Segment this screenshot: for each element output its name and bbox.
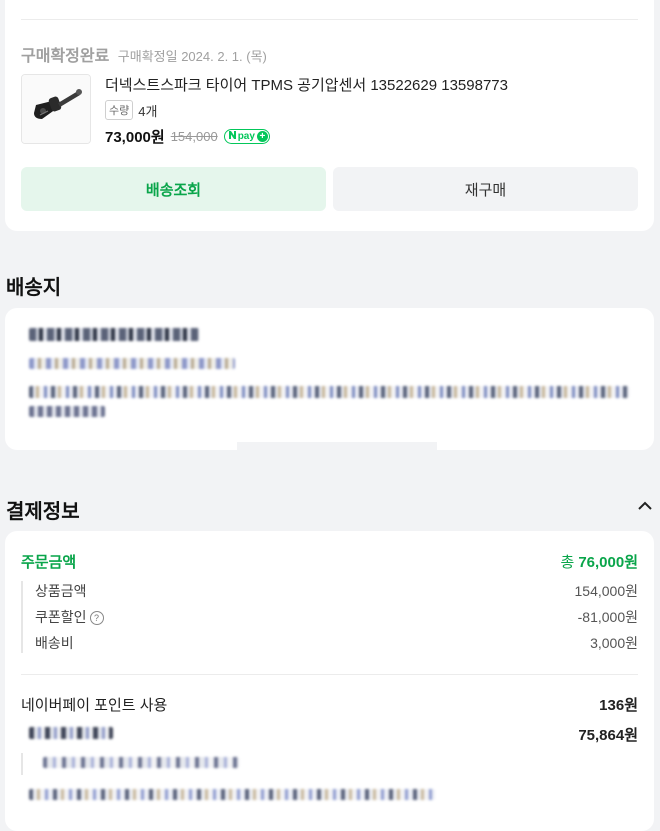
breakdown-label: 상품금액 bbox=[35, 583, 87, 599]
order-total: 총 76,000원 bbox=[561, 551, 639, 572]
confirm-date: 구매확정일 2024. 2. 1. (목) bbox=[117, 49, 267, 64]
divider bbox=[21, 674, 638, 675]
plus-icon: + bbox=[256, 131, 268, 142]
breakdown-value: 3,000원 bbox=[590, 635, 638, 651]
order-amount-label: 주문금액 bbox=[21, 554, 77, 571]
npay-text: pay bbox=[237, 131, 255, 142]
quantity-row: 수량 4개 bbox=[105, 100, 157, 120]
order-total-value: 76,000원 bbox=[578, 554, 638, 571]
final-amount-value: 75,864원 bbox=[578, 727, 638, 744]
point-usage-label: 네이버페이 포인트 사용 bbox=[21, 697, 168, 714]
order-total-prefix: 총 bbox=[560, 554, 575, 571]
point-usage-row: 네이버페이 포인트 사용 136원 bbox=[21, 694, 638, 715]
quantity-value: 4개 bbox=[138, 103, 158, 119]
npay-plus-badge: pay + bbox=[223, 129, 270, 144]
breakdown-label: 쿠폰할인 bbox=[35, 609, 87, 625]
payment-detail-border bbox=[21, 753, 23, 775]
address-line2-redacted bbox=[29, 406, 105, 417]
original-price: 154,000 bbox=[170, 129, 218, 144]
breakdown-label-wrap: 쿠폰할인? bbox=[35, 607, 104, 627]
final-amount-row: 75,864원 bbox=[21, 724, 638, 745]
order-status-row: 구매확정완료 구매확정일 2024. 2. 1. (목) bbox=[21, 42, 267, 66]
payment-note-redacted bbox=[29, 789, 435, 800]
breakdown-coupon-discount: 쿠폰할인? -81,000원 bbox=[35, 607, 638, 627]
sale-price: 73,000원 bbox=[105, 129, 165, 146]
address-redacted bbox=[29, 386, 629, 398]
rebuy-button[interactable]: 재구매 bbox=[333, 167, 638, 211]
payment-card: 주문금액 총 76,000원 상품금액 154,000원 쿠폰할인? -81,00… bbox=[5, 531, 654, 831]
order-breakdown: 상품금액 154,000원 쿠폰할인? -81,000원 배송비 3,000원 bbox=[21, 581, 638, 653]
track-delivery-button[interactable]: 배송조회 bbox=[21, 167, 326, 211]
breakdown-value: -81,000원 bbox=[577, 609, 638, 625]
shipping-title: 배송지 bbox=[6, 277, 62, 299]
price-row: 73,000원 154,000 pay + bbox=[105, 126, 270, 147]
breakdown-label: 배송비 bbox=[35, 635, 74, 651]
breakdown-value: 154,000원 bbox=[574, 583, 639, 599]
product-name[interactable]: 더넥스트스파크 타이어 TPMS 공기압센서 13522629 13598773 bbox=[105, 74, 508, 95]
chevron-up-icon[interactable] bbox=[636, 497, 654, 515]
order-card: 구매확정완료 구매확정일 2024. 2. 1. (목) 더넥스트스파크 타이어… bbox=[5, 0, 654, 231]
quantity-label: 수량 bbox=[105, 100, 134, 120]
divider bbox=[21, 19, 638, 20]
order-amount-row: 주문금액 총 76,000원 bbox=[21, 551, 638, 572]
payment-title: 결제정보 bbox=[6, 501, 80, 523]
breakdown-product-amount: 상품금액 154,000원 bbox=[35, 581, 638, 601]
question-circle-icon[interactable]: ? bbox=[89, 611, 104, 625]
order-status: 구매확정완료 bbox=[21, 48, 110, 65]
phone-redacted bbox=[29, 358, 235, 369]
tpms-sensor-image bbox=[22, 75, 90, 143]
card-info-redacted bbox=[43, 757, 239, 768]
card-gap bbox=[237, 442, 437, 452]
shipping-address-card bbox=[5, 308, 654, 452]
npay-n-icon bbox=[228, 131, 236, 142]
breakdown-shipping-fee: 배송비 3,000원 bbox=[35, 633, 638, 653]
product-thumbnail[interactable] bbox=[21, 74, 91, 144]
point-usage-value: 136원 bbox=[599, 697, 638, 714]
recipient-name-redacted bbox=[29, 328, 199, 341]
